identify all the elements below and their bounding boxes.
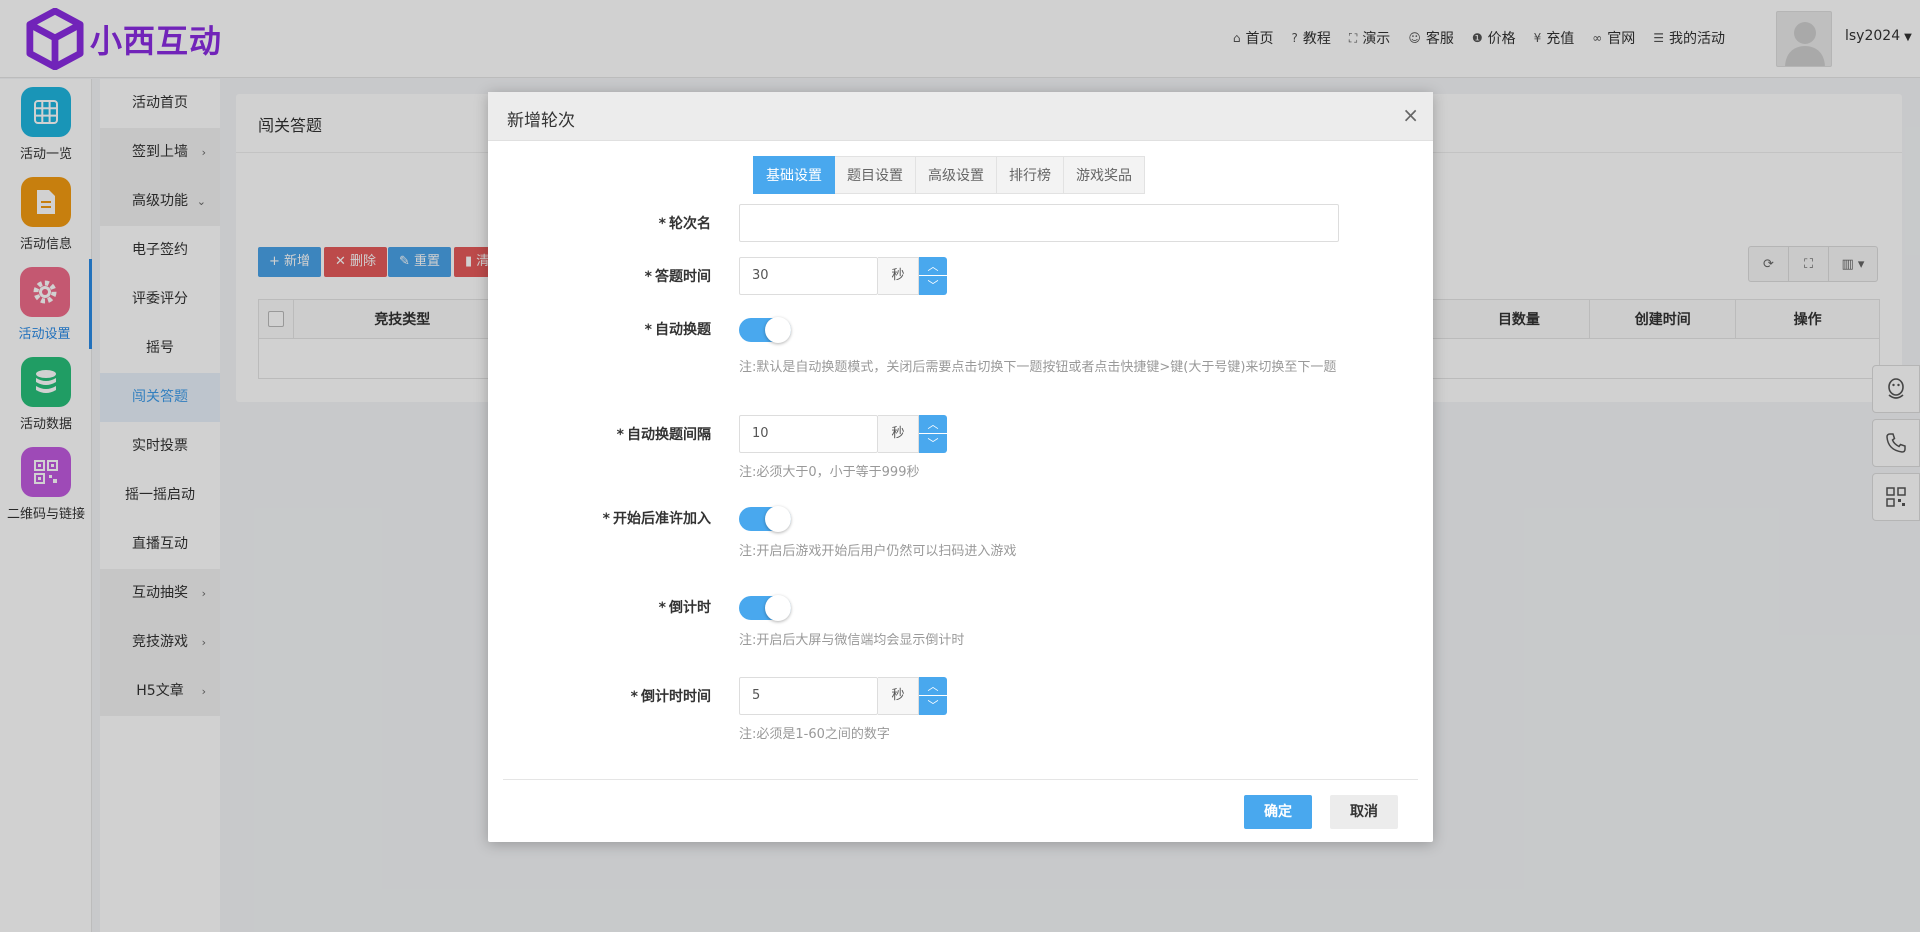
confirm-button[interactable]: 确定 — [1244, 795, 1312, 829]
toggle-knob — [765, 506, 791, 532]
countdown-time-label: * 倒计时时间 — [630, 689, 711, 705]
answer-time-unit: 秒 — [878, 257, 919, 295]
countdown-label: * 倒计时 — [658, 600, 711, 616]
add-round-dialog: 新增轮次 × 基础设置 题目设置 高级设置 排行榜 游戏奖品 * 轮次名 * 答题时间 30… — [488, 92, 1433, 842]
chevron-up-icon[interactable]: ︿ — [919, 677, 947, 696]
countdown-time-stepper[interactable]: ︿ ﹀ — [919, 677, 947, 715]
switch-interval-label: * 自动换题间隔 — [616, 427, 711, 443]
toggle-knob — [765, 317, 791, 343]
round-name-label: * 轮次名 — [658, 216, 711, 232]
dialog-title: 新增轮次 — [507, 111, 575, 131]
auto-switch-toggle[interactable] — [739, 317, 791, 343]
switch-interval-input[interactable]: 10 — [739, 415, 878, 453]
switch-interval-stepper[interactable]: ︿ ﹀ — [919, 415, 947, 453]
countdown-toggle[interactable] — [739, 595, 791, 621]
answer-time-stepper[interactable]: ︿ ﹀ — [919, 257, 947, 295]
answer-time-label: * 答题时间 — [644, 269, 711, 285]
chevron-down-icon[interactable]: ﹀ — [919, 276, 947, 295]
allow-join-toggle[interactable] — [739, 506, 791, 532]
allow-join-label: * 开始后准许加入 — [602, 511, 711, 527]
chevron-up-icon[interactable]: ︿ — [919, 415, 947, 434]
tab-0[interactable]: 基础设置 — [753, 156, 835, 194]
chevron-down-icon[interactable]: ﹀ — [919, 434, 947, 453]
toggle-knob — [765, 595, 791, 621]
cancel-button[interactable]: 取消 — [1330, 795, 1398, 829]
answer-time-input[interactable]: 30 — [739, 257, 878, 295]
switch-interval-note: 注:必须大于0，小于等于999秒 — [739, 465, 920, 480]
dialog-footer-divider — [503, 779, 1418, 780]
countdown-time-input[interactable]: 5 — [739, 677, 878, 715]
allow-join-note: 注:开启后游戏开始后用户仍然可以扫码进入游戏 — [739, 544, 1017, 559]
tab-3[interactable]: 排行榜 — [997, 156, 1064, 194]
chevron-up-icon[interactable]: ︿ — [919, 257, 947, 276]
auto-switch-note: 注:默认是自动换题模式，关闭后需要点击切换下一题按钮或者点击快捷键>键(大于号键… — [739, 360, 1337, 375]
dialog-tabs: 基础设置 题目设置 高级设置 排行榜 游戏奖品 — [753, 156, 1145, 194]
tab-2[interactable]: 高级设置 — [916, 156, 997, 194]
countdown-note: 注:开启后大屏与微信端均会显示倒计时 — [739, 633, 965, 648]
countdown-time-note: 注:必须是1-60之间的数字 — [739, 727, 890, 742]
round-name-input[interactable] — [739, 204, 1339, 242]
close-icon[interactable]: × — [1402, 103, 1419, 127]
tab-1[interactable]: 题目设置 — [835, 156, 916, 194]
auto-switch-label: * 自动换题 — [644, 322, 711, 338]
chevron-down-icon[interactable]: ﹀ — [919, 696, 947, 715]
tab-4[interactable]: 游戏奖品 — [1064, 156, 1145, 194]
switch-interval-unit: 秒 — [878, 415, 919, 453]
dialog-header: 新增轮次 × — [488, 92, 1433, 141]
countdown-time-unit: 秒 — [878, 677, 919, 715]
